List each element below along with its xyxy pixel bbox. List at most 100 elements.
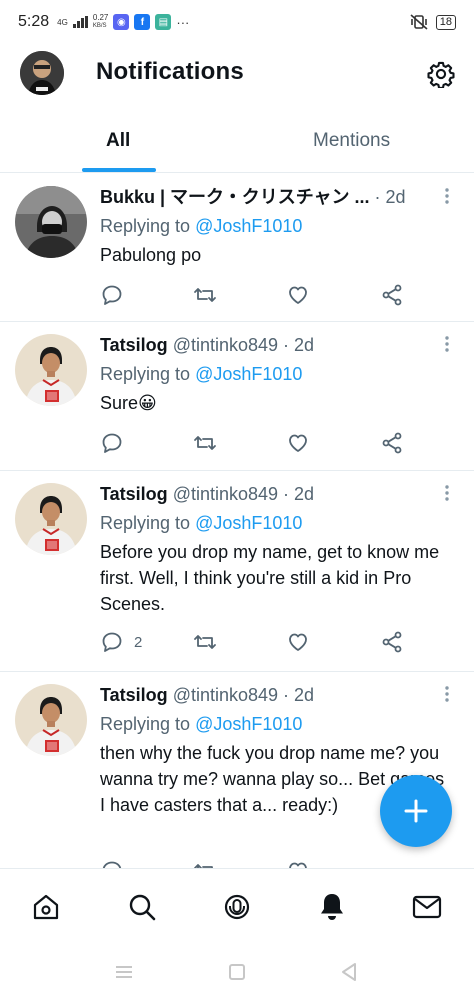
- tweet-actions: 2: [100, 629, 420, 655]
- user-avatar-image: [15, 684, 87, 756]
- more-options-icon[interactable]: [441, 684, 453, 704]
- reply-icon: [102, 433, 122, 453]
- network-label: 4G: [57, 17, 68, 27]
- tweet-header: Tatsilog @tintinko849 · 2d: [100, 332, 454, 358]
- share-icon: [382, 284, 402, 306]
- tweet-item[interactable]: Bukku | マーク・クリスチャン ... · 2d Replying to …: [0, 174, 474, 322]
- like-button[interactable]: [286, 282, 320, 308]
- notifications-bell-icon[interactable]: [316, 891, 348, 923]
- user-avatar[interactable]: [15, 684, 87, 756]
- retweet-icon: [194, 288, 216, 302]
- tweet-item[interactable]: Tatsilog @tintinko849 · 2d Replying to @…: [0, 471, 474, 672]
- share-icon: [382, 631, 402, 653]
- status-icons: 4G 0.27 KB/S ◉ f ▤ ···: [57, 14, 189, 30]
- mention-link[interactable]: @JoshF1010: [195, 364, 302, 384]
- mention-link[interactable]: @JoshF1010: [195, 513, 302, 533]
- tweet-header: Bukku | マーク・クリスチャン ... · 2d: [100, 184, 454, 210]
- user-handle[interactable]: @tintinko849: [173, 484, 278, 504]
- compose-plus-icon: [404, 799, 428, 823]
- reply-button[interactable]: [100, 430, 134, 456]
- battery-indicator: 18: [435, 14, 456, 30]
- like-icon: [289, 862, 307, 868]
- reply-button[interactable]: [100, 858, 134, 868]
- reply-icon: [102, 632, 122, 652]
- reply-button[interactable]: 2: [100, 629, 142, 655]
- user-handle[interactable]: @tintinko849: [173, 685, 278, 705]
- user-avatar[interactable]: [15, 483, 87, 555]
- share-button[interactable]: [380, 282, 404, 308]
- vibrate-icon: [410, 14, 428, 30]
- bottom-navigation: [0, 868, 474, 944]
- reply-button[interactable]: [100, 282, 134, 308]
- page-title: Notifications: [96, 58, 244, 85]
- messages-icon[interactable]: [411, 891, 443, 923]
- like-button[interactable]: [286, 430, 320, 456]
- display-name[interactable]: Tatsilog: [100, 685, 168, 705]
- retweet-icon: [194, 635, 216, 649]
- more-notifications: ···: [176, 14, 190, 30]
- retweet-button[interactable]: [192, 629, 228, 655]
- mention-link[interactable]: @JoshF1010: [195, 216, 302, 236]
- user-avatar-image: [15, 334, 87, 406]
- discord-icon: ◉: [113, 14, 130, 30]
- like-icon: [289, 286, 307, 304]
- share-button[interactable]: [380, 629, 404, 655]
- replying-to: Replying to @JoshF1010: [100, 513, 303, 533]
- reply-count: 2: [134, 633, 143, 651]
- tab-mentions[interactable]: Mentions: [313, 130, 390, 152]
- tweet-actions: [100, 430, 420, 456]
- tweet-actions: [100, 858, 420, 868]
- user-avatar-image: [15, 483, 87, 555]
- compose-button[interactable]: [380, 775, 452, 847]
- profile-avatar[interactable]: [20, 51, 64, 95]
- tweet-time: · 2d: [283, 685, 315, 705]
- tweet-header: Tatsilog @tintinko849 · 2d: [100, 682, 454, 708]
- tweet-header: Tatsilog @tintinko849 · 2d: [100, 481, 454, 507]
- tweet-time: · 2d: [283, 484, 315, 504]
- tweet-text: Before you drop my name, get to know me …: [100, 542, 440, 614]
- user-avatar-image: [15, 186, 87, 258]
- spaces-icon[interactable]: [221, 891, 253, 923]
- retweet-icon: [194, 864, 213, 868]
- user-avatar[interactable]: [15, 186, 87, 258]
- recent-apps-icon[interactable]: [114, 964, 134, 980]
- display-name[interactable]: Tatsilog: [100, 484, 168, 504]
- display-name[interactable]: Bukku | マーク・クリスチャン ...: [100, 187, 370, 207]
- status-time: 5:28: [18, 13, 50, 30]
- retweet-icon: [194, 436, 216, 450]
- retweet-button[interactable]: [192, 858, 228, 868]
- tweet-time: · 2d: [374, 187, 406, 207]
- home-icon[interactable]: [30, 891, 62, 923]
- notification-feed[interactable]: Bukku | マーク・クリスチャン ... · 2d Replying to …: [0, 174, 474, 868]
- more-options-icon[interactable]: [441, 483, 453, 503]
- share-button[interactable]: [380, 430, 404, 456]
- replying-to: Replying to @JoshF1010: [100, 714, 303, 734]
- reply-icon: [102, 285, 122, 305]
- retweet-button[interactable]: [192, 430, 228, 456]
- tab-all[interactable]: All: [106, 130, 130, 152]
- retweet-button[interactable]: [192, 282, 228, 308]
- user-avatar[interactable]: [15, 334, 87, 406]
- user-handle[interactable]: @tintinko849: [173, 335, 278, 355]
- tweet-actions: [100, 282, 420, 308]
- search-icon[interactable]: [126, 891, 158, 923]
- mention-link[interactable]: @JoshF1010: [195, 714, 302, 734]
- system-navigation-bar: [0, 944, 474, 1001]
- like-button[interactable]: [286, 629, 320, 655]
- back-button-icon[interactable]: [340, 962, 358, 982]
- app-notification-icon: ▤: [155, 14, 172, 30]
- home-button-icon[interactable]: [228, 963, 246, 981]
- settings-icon[interactable]: [427, 60, 455, 88]
- more-options-icon[interactable]: [441, 334, 453, 354]
- active-tab-indicator: [82, 168, 156, 172]
- more-options-icon[interactable]: [441, 186, 453, 206]
- replying-to: Replying to @JoshF1010: [100, 216, 303, 236]
- network-speed: 0.27 KB/S: [92, 13, 109, 30]
- profile-avatar-image: [20, 51, 64, 95]
- share-icon: [382, 432, 402, 454]
- like-icon: [289, 633, 307, 651]
- like-button[interactable]: [286, 858, 320, 868]
- tweet-item[interactable]: Tatsilog @tintinko849 · 2d Replying to @…: [0, 322, 474, 471]
- display-name[interactable]: Tatsilog: [100, 335, 168, 355]
- like-icon: [289, 434, 307, 452]
